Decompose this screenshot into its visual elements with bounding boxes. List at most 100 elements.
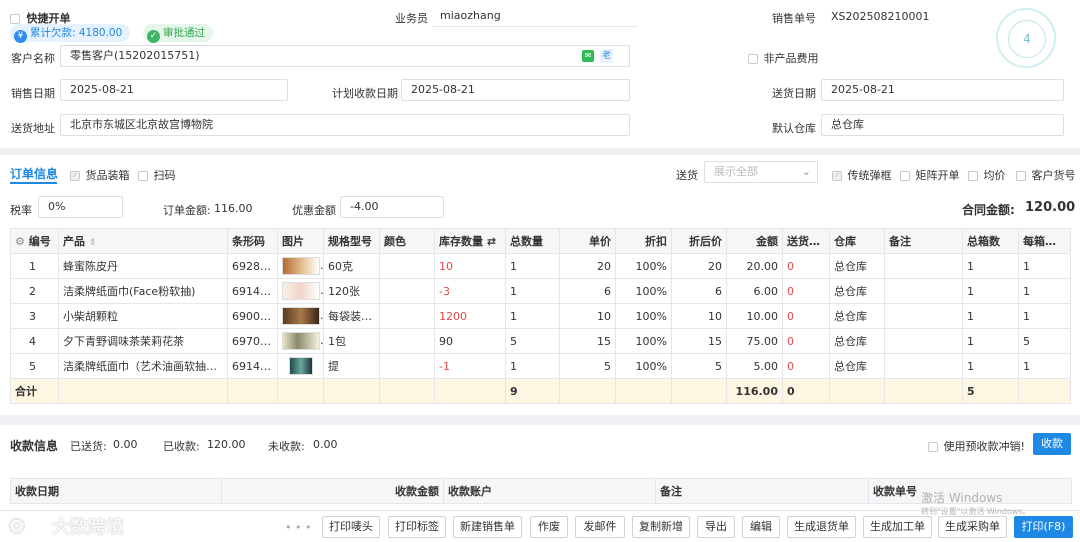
purchase-order-button[interactable]: 生成采购单 (938, 516, 1007, 538)
col-discounted-price[interactable]: 折后价 (671, 228, 727, 254)
received-value: 120.00 (207, 438, 246, 451)
product-image[interactable] (282, 282, 320, 300)
avg-checkbox[interactable] (968, 171, 978, 181)
scan-checkbox[interactable] (138, 171, 148, 181)
prepay-checkbox[interactable] (928, 442, 938, 452)
col-barcode[interactable]: 条形码 (227, 228, 278, 254)
process-order-button[interactable]: 生成加工单 (863, 516, 932, 538)
cust-no-toggle[interactable]: 客户货号 (1016, 167, 1076, 183)
prepay-toggle[interactable]: 使用预收款冲销! (928, 438, 1025, 454)
col-pay-account[interactable]: 收款账户 (443, 478, 656, 504)
discount-input[interactable]: -4.00 (340, 196, 444, 218)
col-boxes[interactable]: 总箱数 (962, 228, 1019, 254)
new-sales-order-button[interactable]: 新建销售单 (453, 516, 522, 538)
col-spec[interactable]: 规格型号 (323, 228, 380, 254)
send-select[interactable]: 展示全部 ⌄ (704, 161, 818, 183)
col-qty[interactable]: 总数量 (505, 228, 560, 254)
non-product-fee[interactable]: 非产品费用 (748, 50, 819, 66)
chevron-down-icon: ⌄ (801, 165, 811, 178)
customer-label: 客户名称 (11, 52, 55, 65)
contract-value: 120.00 (1025, 200, 1076, 215)
order-no-label: 销售单号 (772, 12, 816, 25)
print-button[interactable]: 打印(F8) (1014, 516, 1073, 538)
order-panel: 订单信息 货品装箱 扫码 送货 展示全部 ⌄ 传统弹框 矩阵开单 均价 客户货号… (0, 155, 1080, 415)
unpaid-value: 0.00 (313, 438, 338, 451)
tax-input[interactable]: 0% (38, 196, 123, 218)
void-button[interactable]: 作废 (530, 516, 568, 538)
salesman-label: 业务员 (395, 12, 428, 25)
gear-icon[interactable]: ⚙ (15, 235, 25, 248)
table-row[interactable]: 3 小柴胡颗粒 69003... 每袋装1... 1200 1 10 100% 10 10.0… (10, 303, 1071, 329)
col-product[interactable]: 产品 ⇕ (58, 228, 228, 254)
payment-title: 收款信息 (10, 439, 59, 453)
print-label-button[interactable]: 打印标签 (388, 516, 446, 538)
cust-no-checkbox[interactable] (1016, 171, 1026, 181)
tax-label: 税率 (10, 204, 32, 217)
col-stock[interactable]: 库存数量 ⇄ (434, 228, 506, 254)
product-image[interactable] (282, 257, 320, 275)
col-no[interactable]: ⚙ 编号 (10, 228, 59, 254)
col-pay-date[interactable]: 收款日期 (10, 478, 222, 504)
collect-button[interactable]: 收款 (1033, 433, 1071, 455)
col-amount[interactable]: 金额 (726, 228, 783, 254)
total-row: 合计 9 116.00 0 5 (10, 378, 1071, 404)
col-note[interactable]: 备注 (884, 228, 963, 254)
goods-box-toggle[interactable]: 货品装箱 (70, 167, 130, 183)
col-warehouse[interactable]: 仓库 (829, 228, 885, 254)
order-table-header: ⚙ 编号 产品 ⇕ 条形码 图片 规格型号 颜色 库存数量 ⇄ 总数量 单价 折… (10, 228, 1071, 254)
non-product-checkbox[interactable] (748, 54, 758, 64)
address-input[interactable]: 北京市东城区北京故宫博物院 (60, 114, 630, 136)
address-label: 送货地址 (11, 122, 55, 135)
return-order-button[interactable]: 生成退货单 (787, 516, 856, 538)
scan-label: 扫码 (153, 169, 176, 182)
export-button[interactable]: 导出 (697, 516, 735, 538)
email-button[interactable]: 发邮件 (575, 516, 625, 538)
popup-toggle[interactable]: 传统弹框 (832, 167, 892, 183)
customer-input[interactable]: 零售客户(15202015751) ✉ 老 (60, 45, 630, 67)
scan-toggle[interactable]: 扫码 (138, 167, 176, 183)
copy-new-button[interactable]: 复制新增 (632, 516, 690, 538)
delivery-date-input[interactable]: 2025-08-21 (821, 79, 1064, 101)
product-image[interactable] (289, 357, 313, 375)
avg-toggle[interactable]: 均价 (968, 167, 1006, 183)
popup-checkbox[interactable] (832, 171, 842, 181)
payment-table: 收款日期 收款金额 收款账户 备注 收款单号 (10, 478, 1072, 504)
wechat-icon[interactable]: ✉ (582, 50, 594, 62)
salesman-field[interactable]: miaozhang (432, 6, 638, 27)
col-discount[interactable]: 折扣 (615, 228, 672, 254)
col-price[interactable]: 单价 (559, 228, 616, 254)
payment-table-header: 收款日期 收款金额 收款账户 备注 收款单号 (10, 478, 1072, 504)
goods-box-checkbox[interactable] (70, 171, 80, 181)
discount-label: 优惠金额 (292, 204, 336, 217)
plan-date-input[interactable]: 2025-08-21 (401, 79, 630, 101)
sort-icon[interactable]: ⇕ (89, 238, 97, 248)
quick-order-checkbox[interactable] (10, 14, 20, 24)
debt-badge: ¥ 累计欠款: 4180.00 (10, 24, 131, 43)
sales-date-input[interactable]: 2025-08-21 (60, 79, 288, 101)
product-image[interactable] (282, 332, 320, 350)
prepay-label: 使用预收款冲销! (943, 440, 1025, 453)
col-pay-amount[interactable]: 收款金额 (221, 478, 444, 504)
more-icon[interactable]: • • • (285, 521, 311, 534)
col-pay-note[interactable]: 备注 (655, 478, 869, 504)
col-color[interactable]: 颜色 (379, 228, 435, 254)
popup-label: 传统弹框 (847, 169, 892, 182)
table-row[interactable]: 5 洁柔牌纸面巾（艺术油画软抽）8... 69140... 提 -1 1 5 100% 5 5… (10, 353, 1071, 379)
logo-text: 大数跨境 (52, 517, 124, 538)
table-row[interactable]: 4 夕下青野调味茶茉莉花茶 69702... 1包 90 5 15 100% 15 75.00… (10, 328, 1071, 354)
logo-icon: ◎ (8, 512, 26, 536)
print-mark-button[interactable]: 打印唛头 (322, 516, 380, 538)
col-image[interactable]: 图片 (277, 228, 324, 254)
edit-button[interactable]: 编辑 (742, 516, 780, 538)
col-send-qty[interactable]: 送货数量 (782, 228, 830, 254)
order-title-underline (10, 182, 57, 184)
warehouse-input[interactable]: 总仓库 (821, 114, 1064, 136)
matrix-toggle[interactable]: 矩阵开单 (900, 167, 960, 183)
table-row[interactable]: 2 洁柔牌纸面巾(Face粉软抽) 69140... 120张 -3 1 6 100% 6 6… (10, 278, 1071, 304)
approved-text: 审批通过 (163, 27, 205, 39)
table-row[interactable]: 1 蜂蜜陈皮丹 69285... 60克 10 1 20 100% 20 20.00 0 总仓库… (10, 253, 1071, 279)
col-per-box[interactable]: 每箱数量 (1018, 228, 1071, 254)
product-image[interactable] (282, 307, 320, 325)
order-amount-label: 订单金额: (163, 204, 211, 217)
matrix-checkbox[interactable] (900, 171, 910, 181)
